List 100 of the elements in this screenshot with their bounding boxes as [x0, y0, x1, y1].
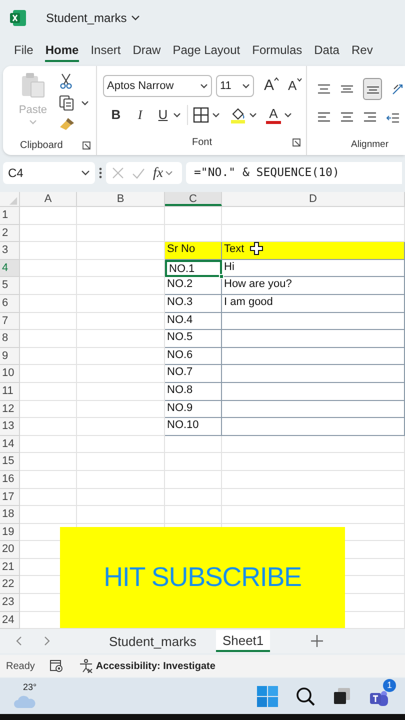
table-cell[interactable]: NO.2 — [165, 277, 222, 295]
table-cell[interactable]: NO.9 — [165, 400, 222, 418]
font-name-field[interactable]: Aptos Narrow — [103, 75, 212, 97]
ribbon-tab[interactable]: Formulas — [252, 41, 302, 62]
row-header[interactable]: 16 — [0, 470, 20, 488]
row-header[interactable]: 7 — [0, 312, 20, 330]
row-header[interactable]: 21 — [0, 558, 20, 576]
caret-icon[interactable] — [212, 112, 220, 118]
search-icon[interactable] — [296, 686, 315, 706]
macro-record-icon[interactable] — [50, 660, 63, 672]
table-cell[interactable]: NO.3 — [165, 294, 222, 313]
italic-button[interactable]: I — [132, 105, 148, 125]
font-size-field[interactable]: 11 — [216, 75, 254, 97]
ribbon-tab[interactable]: Insert — [90, 41, 121, 62]
chevron-right-icon[interactable] — [44, 636, 51, 646]
add-sheet-icon[interactable] — [310, 635, 323, 648]
task-view-icon[interactable] — [333, 687, 351, 706]
row-header[interactable]: 23 — [0, 594, 20, 612]
row-header[interactable]: 11 — [0, 382, 20, 401]
ribbon-tab[interactable]: Data — [314, 41, 340, 62]
table-cell[interactable]: NO.4 — [165, 312, 222, 330]
row-header[interactable]: 14 — [0, 436, 20, 454]
align-top-icon[interactable] — [317, 84, 331, 94]
row-header[interactable]: 4 — [0, 260, 20, 278]
table-cell[interactable]: Hi — [222, 260, 405, 278]
cloud-icon[interactable] — [14, 695, 36, 710]
sheet-tab[interactable]: Student_marks — [103, 630, 202, 652]
row-header[interactable]: 9 — [0, 348, 20, 366]
table-cell[interactable]: NO.8 — [165, 382, 222, 401]
font-color-button[interactable]: A — [266, 106, 281, 124]
table-cell[interactable]: Text — [222, 242, 405, 260]
table-cell[interactable]: NO.5 — [165, 330, 222, 348]
table-cell[interactable]: How are you? — [222, 277, 405, 295]
row-header[interactable]: 22 — [0, 576, 20, 594]
row-header[interactable]: 20 — [0, 541, 20, 559]
bold-button[interactable]: B — [108, 105, 124, 125]
table-cell[interactable]: NO.1 — [165, 260, 222, 278]
align-bottom-button[interactable] — [363, 78, 382, 100]
align-right-icon[interactable] — [363, 112, 377, 124]
row-header[interactable]: 12 — [0, 400, 20, 418]
row-header[interactable]: 2 — [0, 224, 20, 242]
table-cell[interactable]: NO.7 — [165, 365, 222, 383]
align-left-icon[interactable] — [317, 112, 331, 124]
accessibility-icon[interactable] — [78, 659, 93, 674]
ribbon-tab[interactable]: Home — [45, 41, 79, 62]
row-header[interactable]: 1 — [0, 207, 20, 225]
decrease-indent-icon[interactable] — [386, 112, 400, 124]
caret-icon[interactable] — [200, 83, 208, 89]
column-header[interactable]: A — [20, 192, 77, 206]
chevron-left-icon[interactable] — [15, 636, 22, 646]
row-header[interactable]: 18 — [0, 506, 20, 524]
check-icon[interactable] — [132, 168, 145, 178]
row-header[interactable]: 19 — [0, 524, 20, 542]
orientation-icon[interactable] — [391, 82, 405, 96]
table-cell[interactable]: Sr No — [165, 242, 222, 260]
row-header[interactable]: 17 — [0, 488, 20, 506]
ribbon-tab[interactable]: Draw — [132, 41, 161, 62]
chevron-down-icon[interactable] — [130, 15, 140, 21]
chevron-down-icon[interactable] — [81, 170, 90, 176]
caret-icon[interactable] — [81, 100, 89, 106]
shrink-font-button[interactable]: A — [288, 76, 302, 96]
ribbon-tab[interactable]: File — [14, 41, 34, 62]
table-cell[interactable]: NO.10 — [165, 418, 222, 436]
row-header[interactable]: 15 — [0, 453, 20, 471]
caret-icon[interactable] — [173, 112, 181, 118]
caret-icon[interactable] — [284, 112, 292, 118]
column-header[interactable]: C — [165, 192, 222, 206]
borders-icon[interactable] — [193, 107, 209, 123]
paste-icon[interactable] — [20, 72, 46, 98]
name-box[interactable]: C4 — [3, 162, 95, 184]
formula-field[interactable]: ="NO." & SEQUENCE(10) — [186, 162, 402, 184]
dialog-launcher-icon[interactable] — [82, 141, 91, 150]
caret-icon[interactable] — [249, 112, 257, 118]
fill-handle[interactable] — [219, 274, 224, 280]
row-header[interactable]: 3 — [0, 242, 20, 260]
teams-app-icon[interactable] — [369, 689, 389, 708]
row-header[interactable]: 10 — [0, 365, 20, 383]
row-header[interactable]: 13 — [0, 418, 20, 436]
row-header[interactable]: 6 — [0, 294, 20, 313]
row-header[interactable]: 8 — [0, 330, 20, 348]
dialog-launcher-icon[interactable] — [292, 138, 301, 147]
document-title[interactable]: Student_marks — [46, 9, 127, 27]
caret-icon[interactable] — [242, 83, 250, 89]
insert-function-button[interactable]: fx — [153, 162, 164, 184]
grow-font-button[interactable]: A — [264, 74, 280, 98]
align-center-icon[interactable] — [340, 112, 354, 124]
cancel-icon[interactable] — [112, 167, 124, 179]
underline-button[interactable]: U — [156, 105, 170, 125]
copy-icon[interactable] — [59, 95, 75, 111]
row-header[interactable]: 24 — [0, 612, 20, 630]
accessibility-status[interactable]: Accessibility: Investigate — [96, 658, 216, 674]
ribbon-tab[interactable]: Page Layout — [172, 41, 240, 62]
windows-start-icon[interactable] — [257, 686, 278, 707]
fill-color-icon[interactable] — [230, 106, 246, 124]
more-icon[interactable] — [99, 167, 102, 179]
align-middle-icon[interactable] — [340, 84, 354, 94]
ribbon-tab[interactable]: Rev — [351, 41, 373, 62]
table-cell[interactable]: I am good — [222, 294, 405, 313]
table-cell[interactable]: NO.6 — [165, 348, 222, 366]
column-header[interactable]: D — [222, 192, 405, 206]
